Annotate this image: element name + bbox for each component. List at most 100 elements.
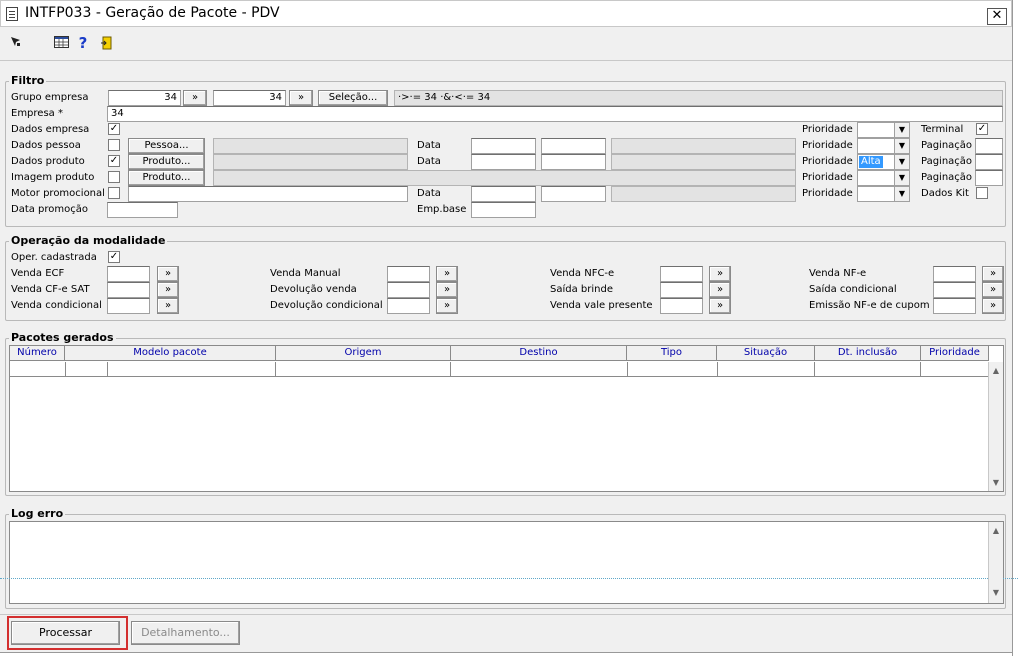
scroll-up-icon[interactable]: ▲ [989,366,1003,375]
venda-ecf-button[interactable]: » [157,266,179,282]
venda-manual-button[interactable]: » [436,266,458,282]
paginacao-input-3[interactable] [975,170,1003,186]
venda-nfe-button[interactable]: » [982,266,1004,282]
venda-condicional-button[interactable]: » [157,298,179,314]
empresa-label: Empresa * [11,108,63,119]
table-cell[interactable] [921,362,989,377]
col-header-dt-inclusao[interactable]: Dt. inclusão [815,346,921,361]
paginacao-label-3: Paginação [921,172,973,183]
prioridade-select-3[interactable]: Alta ▼ [857,154,910,170]
motor-promocional-checkbox[interactable] [108,187,120,199]
grupo-empresa-from-next-button[interactable]: » [183,90,207,106]
col-header-destino[interactable]: Destino [451,346,627,361]
venda-condicional-input[interactable] [107,298,150,314]
pacotes-title: Pacotes gerados [9,331,116,344]
emp-base-input[interactable] [471,202,536,218]
col-header-numero[interactable]: Número [10,346,65,361]
data-from-input-2[interactable] [471,154,536,170]
paginacao-input-2[interactable] [975,154,1003,170]
devolucao-venda-button[interactable]: » [436,282,458,298]
col-header-tipo[interactable]: Tipo [627,346,717,361]
motor-promocional-input[interactable] [128,186,408,202]
terminal-checkbox[interactable]: ✓ [976,123,988,135]
produto-button-2[interactable]: Produto... [128,170,205,186]
dados-empresa-checkbox[interactable]: ✓ [108,123,120,135]
close-button[interactable]: ✕ [987,8,1007,25]
table-cell[interactable] [10,362,66,377]
venda-manual-input[interactable] [387,266,430,282]
venda-vale-presente-button[interactable]: » [709,298,731,314]
grupo-empresa-to-input[interactable]: 34 [213,90,286,106]
cursor-icon[interactable] [8,36,24,50]
scroll-down-icon[interactable]: ▼ [989,588,1003,597]
devolucao-condicional-input[interactable] [387,298,430,314]
pacotes-scrollbar[interactable] [988,362,1003,491]
pessoa-button[interactable]: Pessoa... [128,138,205,154]
scroll-up-icon[interactable]: ▲ [989,526,1003,535]
table-cell[interactable] [451,362,628,377]
produto-button-1[interactable]: Produto... [128,154,205,170]
emp-base-label: Emp.base [417,204,467,215]
saida-brinde-button[interactable]: » [709,282,731,298]
col-header-prioridade[interactable]: Prioridade [921,346,989,361]
data-to-input-1[interactable] [541,138,606,154]
table-cell[interactable] [718,362,815,377]
data-to-input-2[interactable] [541,154,606,170]
prioridade-select-1[interactable]: ▼ [857,122,910,138]
paginacao-input-1[interactable] [975,138,1003,154]
col-header-modelo-pacote[interactable]: Modelo pacote [65,346,276,361]
exit-door-icon[interactable] [99,36,115,50]
prioridade-select-5[interactable]: ▼ [857,186,910,202]
saida-condicional-button[interactable]: » [982,282,1004,298]
venda-nfe-input[interactable] [933,266,976,282]
table-cell[interactable] [815,362,921,377]
venda-vale-presente-input[interactable] [660,298,703,314]
data-promocao-input[interactable] [107,202,178,218]
scroll-down-icon[interactable]: ▼ [989,478,1003,487]
emissao-nfe-cupom-input[interactable] [933,298,976,314]
prioridade-select-4[interactable]: ▼ [857,170,910,186]
data-display-2 [611,154,796,170]
devolucao-condicional-button[interactable]: » [436,298,458,314]
table-cell[interactable] [628,362,718,377]
saida-brinde-input[interactable] [660,282,703,298]
processar-button[interactable]: Processar [11,621,120,645]
venda-nfce-button[interactable]: » [709,266,731,282]
prioridade-label-4: Prioridade [802,172,853,183]
dados-produto-checkbox[interactable]: ✓ [108,155,120,167]
venda-nfce-input[interactable] [660,266,703,282]
detalhamento-button[interactable]: Detalhamento... [131,621,240,645]
table-cell[interactable] [276,362,451,377]
table-cell[interactable] [108,362,276,377]
oper-cadastrada-checkbox[interactable]: ✓ [108,251,120,263]
guide-line [0,578,1018,579]
data-from-input-1[interactable] [471,138,536,154]
venda-ecf-input[interactable] [107,266,150,282]
prioridade-selected-value: Alta [859,156,883,168]
calendar-grid-icon[interactable] [53,36,69,50]
empresa-input[interactable]: 34 [107,106,1003,122]
right-edge [1012,0,1018,656]
venda-cfe-sat-button[interactable]: » [157,282,179,298]
devolucao-condicional-label: Devolução condicional [270,300,383,311]
col-header-situacao[interactable]: Situação [717,346,815,361]
grupo-empresa-to-next-button[interactable]: » [289,90,313,106]
help-icon[interactable]: ? [75,36,91,51]
saida-condicional-input[interactable] [933,282,976,298]
dados-pessoa-checkbox[interactable] [108,139,120,151]
data-to-input-3[interactable] [541,186,606,202]
chevron-down-icon: ▼ [894,155,909,169]
data-from-input-3[interactable] [471,186,536,202]
table-cell[interactable] [66,362,108,377]
prioridade-select-2[interactable]: ▼ [857,138,910,154]
log-textarea[interactable] [9,521,1004,604]
devolucao-venda-input[interactable] [387,282,430,298]
grupo-empresa-from-input[interactable]: 34 [108,90,181,106]
col-header-origem[interactable]: Origem [276,346,451,361]
dados-kit-checkbox[interactable] [976,187,988,199]
imagem-produto-checkbox[interactable] [108,171,120,183]
emissao-nfe-cupom-button[interactable]: » [982,298,1004,314]
selecao-button[interactable]: Seleção... [318,90,388,106]
toolbar-separator [0,60,1012,61]
venda-cfe-sat-input[interactable] [107,282,150,298]
